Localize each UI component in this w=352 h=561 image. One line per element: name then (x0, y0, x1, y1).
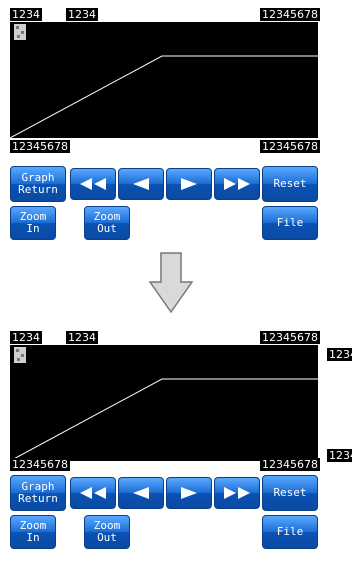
bottom-axis-label-right: 12345678 (260, 458, 320, 471)
graph-return-button-bottom[interactable]: Graph Return (10, 475, 66, 511)
double-right-arrow-icon (224, 178, 250, 190)
zoom-out-label-2: Out (97, 222, 117, 235)
fast-forward-button-bottom[interactable] (214, 477, 260, 509)
down-arrow-icon (148, 252, 194, 314)
reset-button-bottom[interactable]: Reset (262, 475, 318, 511)
status-icon (12, 23, 28, 41)
zoom-in-button-bottom[interactable]: Zoom In (10, 515, 56, 549)
reset-label: Reset (273, 486, 307, 499)
graph-screen[interactable] (10, 22, 318, 138)
side-label-top: 1234 (327, 348, 352, 361)
bottom-label-mid: 1234 (66, 331, 98, 344)
top-panel: 1234 1234 12345678 12345678 12345678 Gra… (10, 8, 320, 248)
zoom-in-button[interactable]: Zoom In (10, 206, 56, 240)
double-left-arrow-icon (80, 178, 106, 190)
graph-screen-bottom[interactable] (10, 345, 318, 461)
status-icon-bottom (12, 346, 28, 364)
top-axis-label-left: 12345678 (10, 140, 70, 153)
graph-trace (10, 55, 318, 138)
top-label-right: 12345678 (260, 8, 320, 21)
fast-back-button[interactable] (70, 168, 116, 200)
fast-forward-button[interactable] (214, 168, 260, 200)
zoom-in-label-2: In (26, 222, 40, 235)
reset-button[interactable]: Reset (262, 166, 318, 202)
top-label-mid: 1234 (66, 8, 98, 21)
file-label: File (276, 525, 304, 538)
double-right-arrow-icon (224, 487, 250, 499)
file-button-bottom[interactable]: File (262, 515, 318, 549)
right-arrow-icon (181, 178, 197, 190)
reset-label: Reset (273, 177, 307, 190)
zoom-out-label-2: Out (97, 531, 117, 544)
double-left-arrow-icon (80, 487, 106, 499)
left-arrow-icon (133, 178, 149, 190)
graph-return-label-2: Return (18, 183, 58, 196)
top-axis-label-right: 12345678 (260, 140, 320, 153)
file-button[interactable]: File (262, 206, 318, 240)
bottom-panel: 1234 1234 12345678 12345678 12345678 Gra… (10, 331, 320, 561)
forward-button[interactable] (166, 168, 212, 200)
left-arrow-icon (133, 487, 149, 499)
right-arrow-icon (181, 487, 197, 499)
top-label-left: 1234 (10, 8, 42, 21)
graph-return-button[interactable]: Graph Return (10, 166, 66, 202)
fast-back-button-bottom[interactable] (70, 477, 116, 509)
back-button[interactable] (118, 168, 164, 200)
bottom-label-right: 12345678 (260, 331, 320, 344)
bottom-label-left: 1234 (10, 331, 42, 344)
zoom-out-button[interactable]: Zoom Out (84, 206, 130, 240)
side-label-bottom: 1234 (327, 449, 352, 462)
bottom-axis-label-left: 12345678 (10, 458, 70, 471)
back-button-bottom[interactable] (118, 477, 164, 509)
file-label: File (276, 216, 304, 229)
forward-button-bottom[interactable] (166, 477, 212, 509)
zoom-in-label-2: In (26, 531, 40, 544)
graph-return-label-2: Return (18, 492, 58, 505)
zoom-out-button-bottom[interactable]: Zoom Out (84, 515, 130, 549)
graph-trace-bottom (10, 378, 318, 461)
